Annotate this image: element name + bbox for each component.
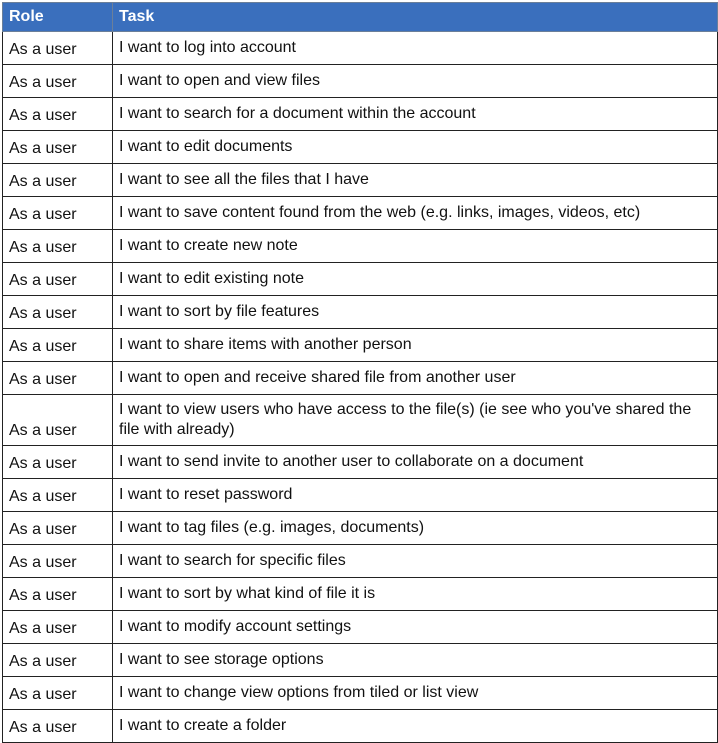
table-row: As a user I want to see all the files th… <box>2 163 718 197</box>
task-cell: I want to see all the files that I have <box>112 163 718 197</box>
role-column-header: Role <box>2 2 113 32</box>
role-cell: As a user <box>2 610 113 644</box>
role-cell: As a user <box>2 229 113 263</box>
table-row: As a user I want to view users who have … <box>2 394 718 446</box>
table-row: As a user I want to change view options … <box>2 676 718 710</box>
table-row: As a user I want to edit documents <box>2 130 718 164</box>
task-cell: I want to change view options from tiled… <box>112 676 718 710</box>
task-cell: I want to send invite to another user to… <box>112 445 718 479</box>
task-cell: I want to share items with another perso… <box>112 328 718 362</box>
task-cell: I want to see storage options <box>112 643 718 677</box>
role-cell: As a user <box>2 130 113 164</box>
role-cell: As a user <box>2 361 113 395</box>
table-row: As a user I want to create a folder <box>2 709 718 743</box>
role-cell: As a user <box>2 676 113 710</box>
task-cell: I want to create a folder <box>112 709 718 743</box>
table-row: As a user I want to reset password <box>2 478 718 512</box>
table-row: As a user I want to tag files (e.g. imag… <box>2 511 718 545</box>
task-cell: I want to open and receive shared file f… <box>112 361 718 395</box>
story-rows: As a user I want to log into account As … <box>2 31 718 743</box>
task-cell: I want to edit documents <box>112 130 718 164</box>
role-cell: As a user <box>2 544 113 578</box>
role-cell: As a user <box>2 97 113 131</box>
role-cell: As a user <box>2 394 113 446</box>
role-cell: As a user <box>2 163 113 197</box>
task-cell: I want to edit existing note <box>112 262 718 296</box>
task-cell: I want to sort by file features <box>112 295 718 329</box>
role-cell: As a user <box>2 511 113 545</box>
table-row: As a user I want to send invite to anoth… <box>2 445 718 479</box>
task-cell: I want to modify account settings <box>112 610 718 644</box>
role-cell: As a user <box>2 328 113 362</box>
table-row: As a user I want to save content found f… <box>2 196 718 230</box>
task-cell: I want to log into account <box>112 31 718 65</box>
task-cell: I want to search for specific files <box>112 544 718 578</box>
task-cell: I want to save content found from the we… <box>112 196 718 230</box>
task-cell: I want to search for a document within t… <box>112 97 718 131</box>
table-row: As a user I want to see storage options <box>2 643 718 677</box>
table-row: As a user I want to share items with ano… <box>2 328 718 362</box>
role-cell: As a user <box>2 445 113 479</box>
table-row: As a user I want to open and view files <box>2 64 718 98</box>
table-row: As a user I want to search for a documen… <box>2 97 718 131</box>
role-cell: As a user <box>2 577 113 611</box>
task-cell: I want to reset password <box>112 478 718 512</box>
task-cell: I want to sort by what kind of file it i… <box>112 577 718 611</box>
table-row: As a user I want to edit existing note <box>2 262 718 296</box>
table-row: As a user I want to create new note <box>2 229 718 263</box>
table-row: As a user I want to search for specific … <box>2 544 718 578</box>
task-cell: I want to tag files (e.g. images, docume… <box>112 511 718 545</box>
role-cell: As a user <box>2 295 113 329</box>
role-cell: As a user <box>2 643 113 677</box>
header-row: Role Task <box>2 2 718 32</box>
role-cell: As a user <box>2 709 113 743</box>
role-cell: As a user <box>2 262 113 296</box>
role-cell: As a user <box>2 31 113 65</box>
role-cell: As a user <box>2 478 113 512</box>
role-cell: As a user <box>2 64 113 98</box>
role-cell: As a user <box>2 196 113 230</box>
table-row: As a user I want to sort by what kind of… <box>2 577 718 611</box>
user-story-table: Role Task As a user I want to log into a… <box>2 2 718 743</box>
table-row: As a user I want to sort by file feature… <box>2 295 718 329</box>
table-row: As a user I want to open and receive sha… <box>2 361 718 395</box>
task-cell: I want to view users who have access to … <box>112 394 718 446</box>
task-cell: I want to create new note <box>112 229 718 263</box>
task-cell: I want to open and view files <box>112 64 718 98</box>
table-row: As a user I want to modify account setti… <box>2 610 718 644</box>
task-column-header: Task <box>112 2 718 32</box>
table-row: As a user I want to log into account <box>2 31 718 65</box>
